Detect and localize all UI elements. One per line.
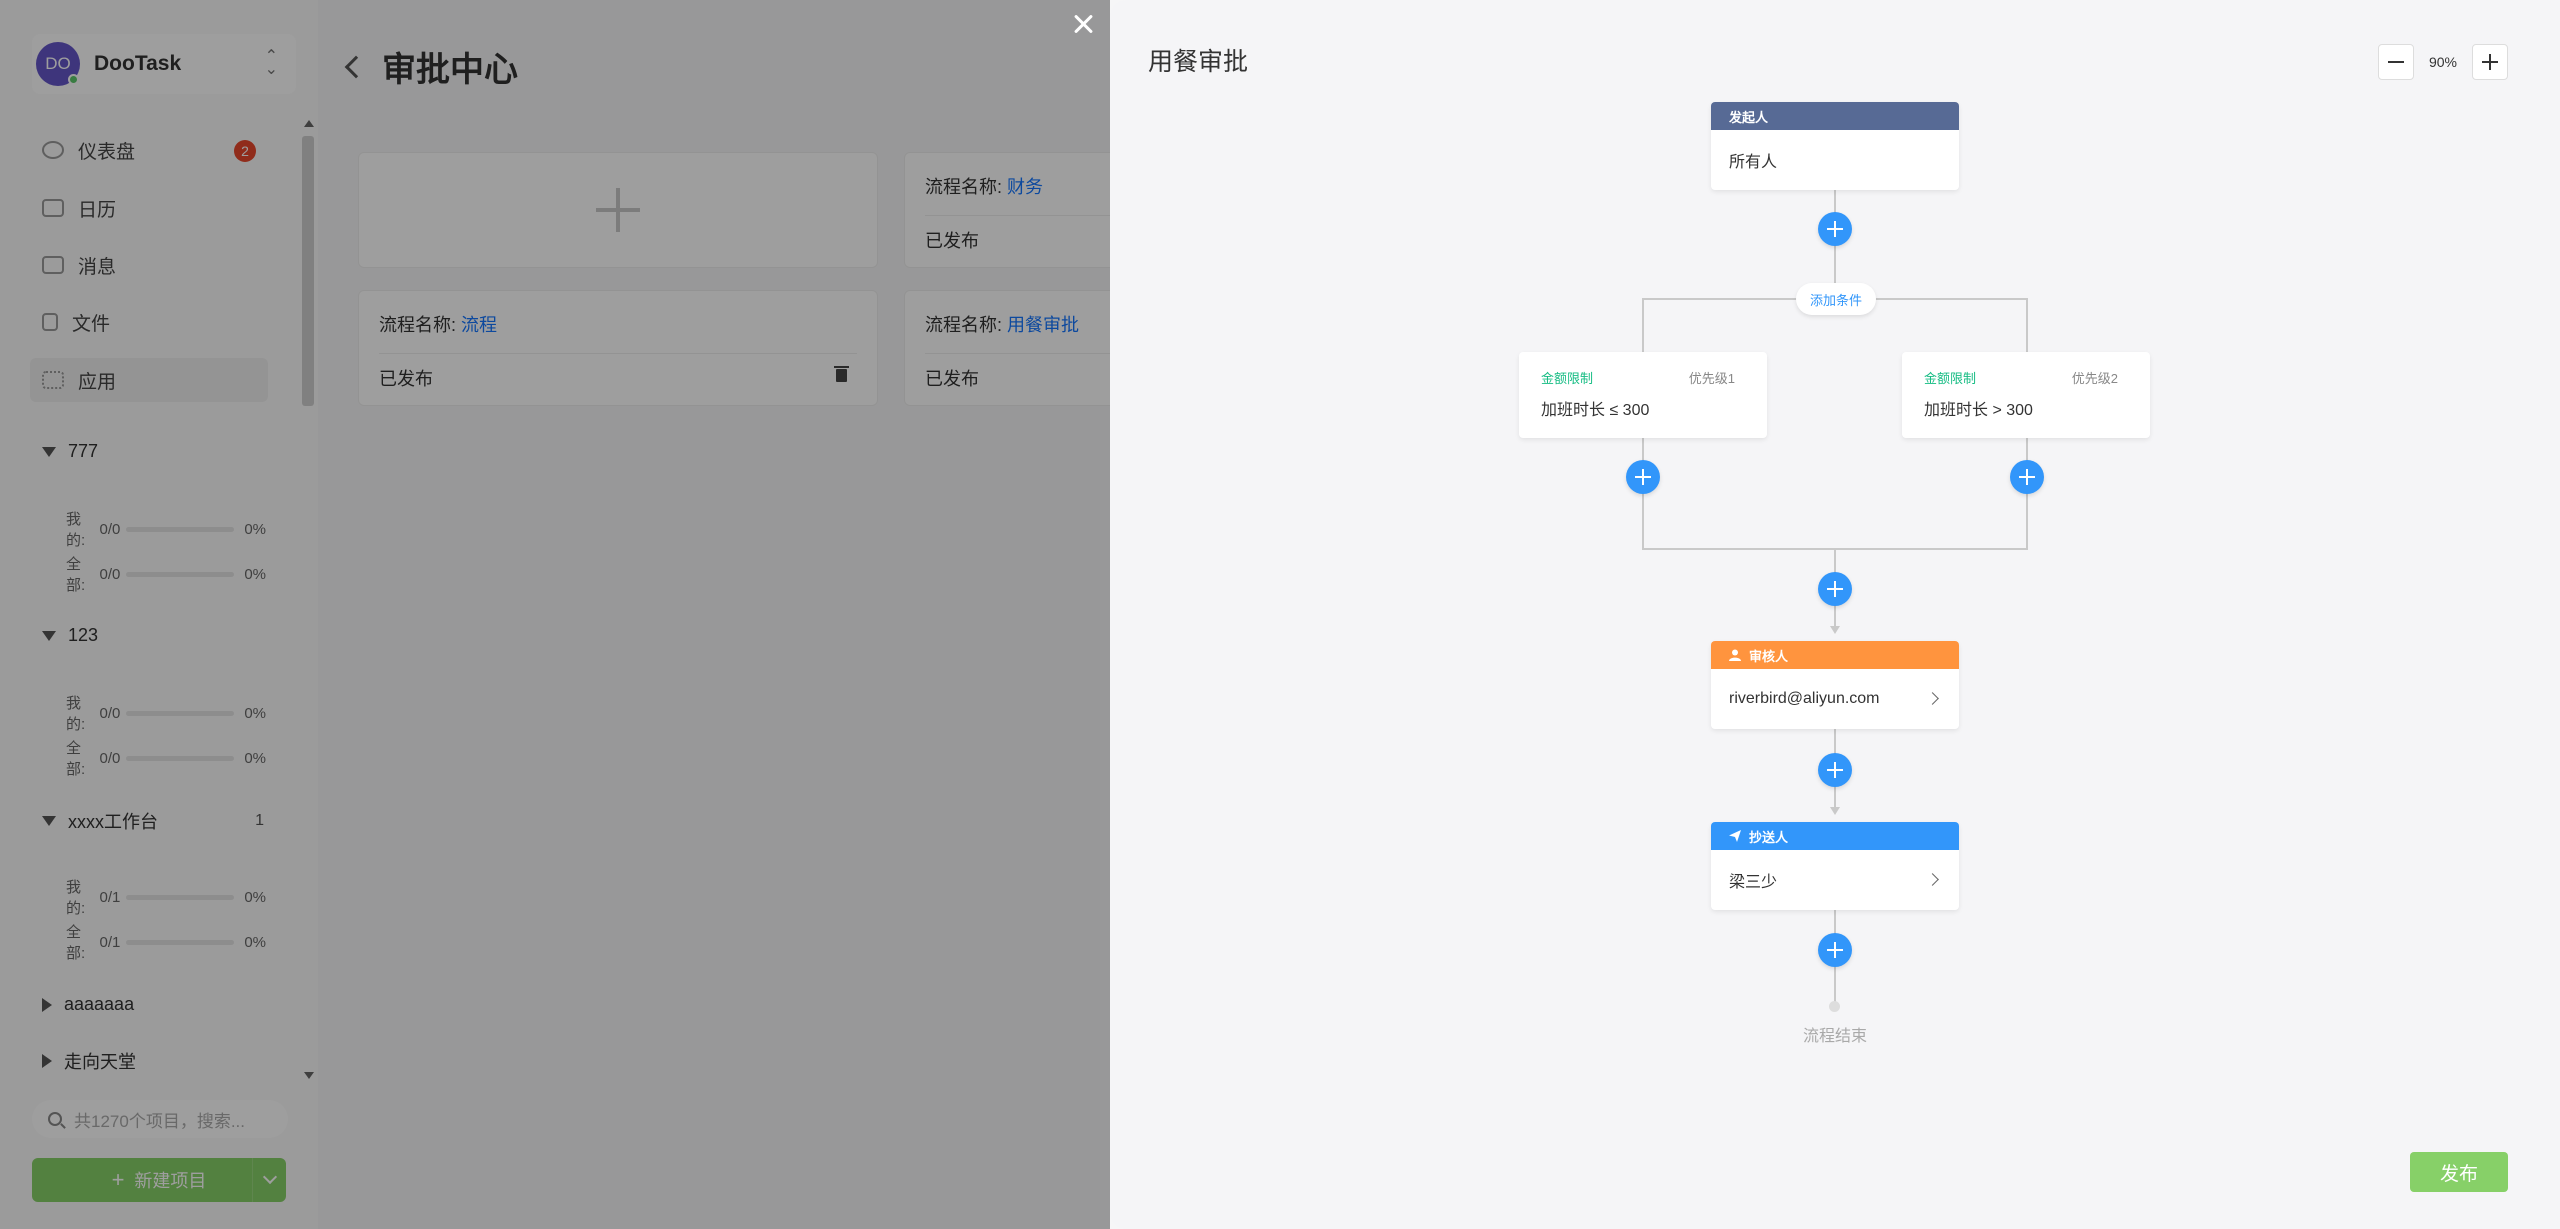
- condition-priority: 优先级1: [1688, 371, 1735, 386]
- zoom-out-button[interactable]: [2378, 44, 2414, 80]
- modal-overlay[interactable]: [0, 0, 1110, 1229]
- publish-button[interactable]: 发布: [2410, 1152, 2508, 1192]
- add-node-button[interactable]: [1818, 933, 1852, 967]
- condition-text: 加班时长 > 300: [1924, 402, 2033, 419]
- zoom-controls: 90%: [2378, 44, 2508, 80]
- node-header: 发起人: [1711, 102, 1959, 130]
- workflow-editor-drawer: 用餐审批 90% 发起人 所有人 添加条件 金额限制 优先级1 加班时长 ≤ 3…: [1110, 0, 2560, 1229]
- chevron-right-icon: [1926, 692, 1939, 705]
- add-node-button[interactable]: [1626, 460, 1660, 494]
- condition-node[interactable]: 金额限制 优先级2 加班时长 > 300: [1902, 352, 2150, 438]
- send-icon: [1729, 830, 1741, 842]
- node-body: 所有人: [1729, 154, 1778, 171]
- condition-priority: 优先级2: [2071, 371, 2118, 386]
- flow-end-dot: [1829, 1001, 1840, 1012]
- drawer-title: 用餐审批: [1148, 48, 1249, 76]
- initiator-node[interactable]: 发起人 所有人: [1711, 102, 1959, 190]
- arrow-down-icon: [1830, 807, 1840, 815]
- zoom-level: 90%: [2428, 54, 2458, 70]
- cc-recipient: 梁三少: [1729, 874, 1778, 891]
- add-node-button[interactable]: [1818, 753, 1852, 787]
- node-body: 梁三少: [1711, 850, 1959, 910]
- condition-title: 金额限制: [1541, 371, 1594, 386]
- user-icon: [1729, 649, 1741, 661]
- arrow-down-icon: [1830, 626, 1840, 634]
- flow-end-label: 流程结束: [1802, 1028, 1867, 1045]
- cc-node[interactable]: 抄送人 梁三少: [1711, 822, 1959, 910]
- close-icon[interactable]: [1070, 10, 1098, 38]
- node-header-label: 审核人: [1749, 648, 1789, 664]
- chevron-right-icon: [1926, 873, 1939, 886]
- add-node-button[interactable]: [2010, 460, 2044, 494]
- approver-node[interactable]: 审核人 riverbird@aliyun.com: [1711, 641, 1959, 729]
- zoom-in-button[interactable]: [2472, 44, 2508, 80]
- condition-text: 加班时长 ≤ 300: [1541, 402, 1650, 419]
- add-condition-button[interactable]: 添加条件: [1796, 283, 1876, 315]
- node-header: 抄送人: [1711, 822, 1959, 850]
- add-node-button[interactable]: [1818, 212, 1852, 246]
- node-body: riverbird@aliyun.com: [1711, 669, 1959, 729]
- node-header-label: 抄送人: [1749, 829, 1789, 845]
- condition-node[interactable]: 金额限制 优先级1 加班时长 ≤ 300: [1519, 352, 1767, 438]
- node-header: 审核人: [1711, 641, 1959, 669]
- add-node-button[interactable]: [1818, 572, 1852, 606]
- approver-email: riverbird@aliyun.com: [1729, 690, 1880, 707]
- condition-title: 金额限制: [1924, 371, 1977, 386]
